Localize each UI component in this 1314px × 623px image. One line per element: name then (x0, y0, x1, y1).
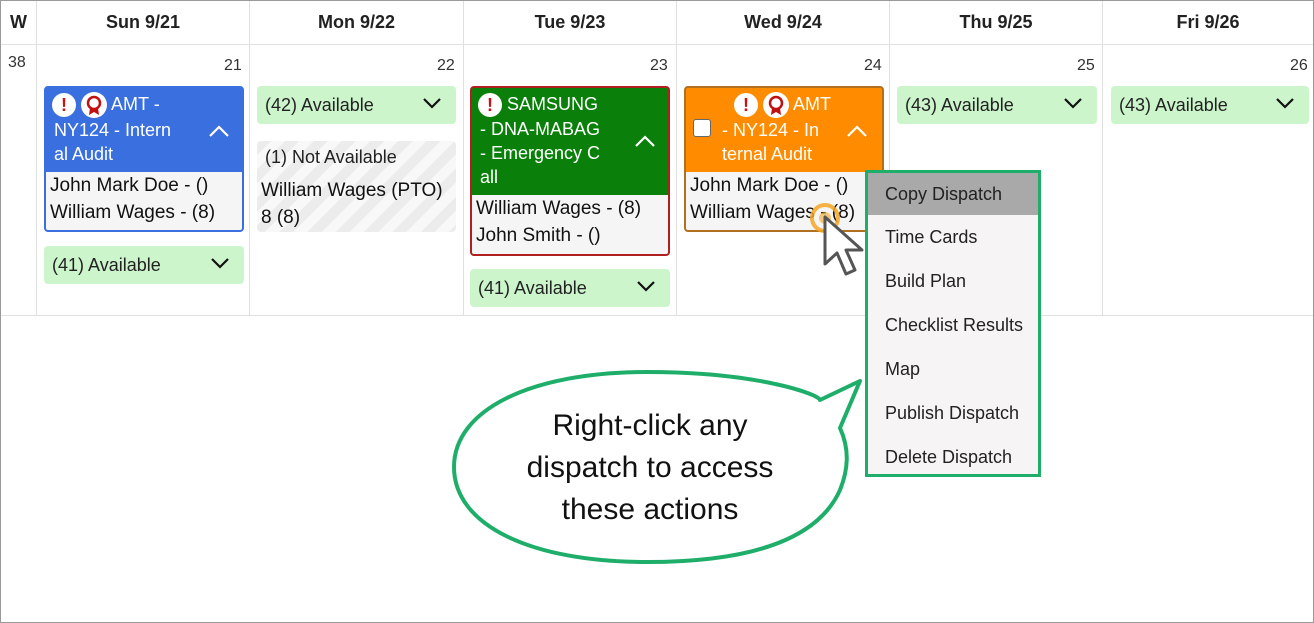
context-menu: Copy Dispatch Time Cards Build Plan Chec… (865, 170, 1041, 477)
menu-item-map[interactable]: Map (868, 347, 1038, 391)
menu-item-checklist-results[interactable]: Checklist Results (868, 303, 1038, 347)
callout-text: Right-click any dispatch to access these… (470, 405, 830, 531)
menu-item-copy-dispatch[interactable]: Copy Dispatch (868, 173, 1038, 215)
mouse-cursor-icon (823, 215, 864, 276)
callout-line: Right-click any (552, 409, 748, 442)
menu-item-delete-dispatch[interactable]: Delete Dispatch (868, 435, 1038, 479)
menu-item-time-cards[interactable]: Time Cards (868, 215, 1038, 259)
menu-item-build-plan[interactable]: Build Plan (868, 259, 1038, 303)
menu-item-publish-dispatch[interactable]: Publish Dispatch (868, 391, 1038, 435)
callout-line: dispatch to access (526, 451, 774, 484)
callout-line: these actions (561, 493, 739, 526)
